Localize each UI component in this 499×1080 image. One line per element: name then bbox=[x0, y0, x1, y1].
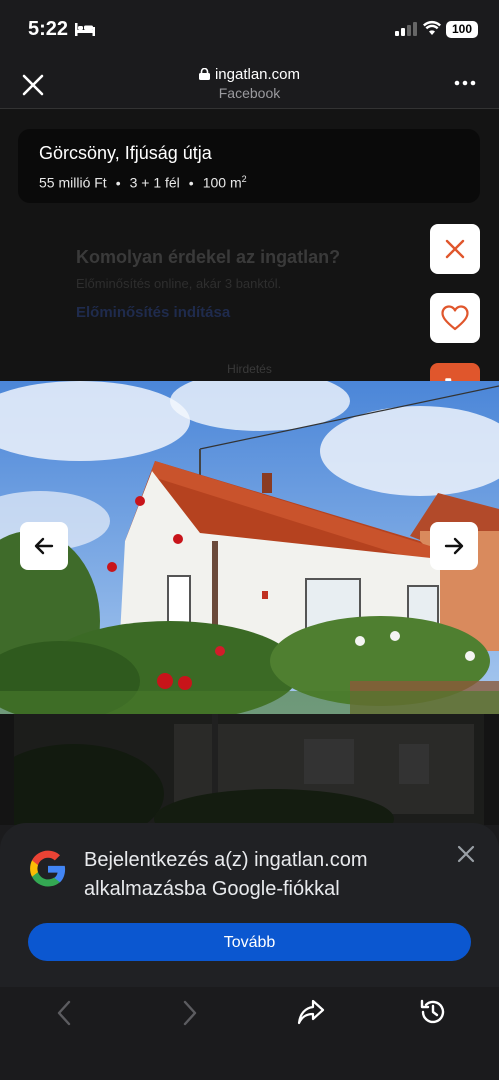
listing-price: 55 millió Ft bbox=[39, 174, 107, 191]
history-icon[interactable] bbox=[418, 997, 448, 1027]
google-signin-message: Bejelentkezés a(z) ingatlan.com alkalmaz… bbox=[84, 849, 368, 900]
arrow-left-icon bbox=[34, 537, 54, 555]
share-icon[interactable] bbox=[296, 997, 326, 1027]
battery-indicator: 100 bbox=[446, 21, 478, 38]
house-photo bbox=[0, 381, 499, 714]
lock-icon bbox=[198, 68, 210, 80]
listing-meta: 55 millió Ft • 3 + 1 fél • 100 m2 bbox=[39, 174, 247, 191]
bed-icon bbox=[75, 23, 95, 36]
google-logo-icon bbox=[30, 850, 66, 887]
source-label: Facebook bbox=[218, 85, 281, 101]
listing-rooms: 3 + 1 fél bbox=[129, 174, 180, 191]
close-orange-icon bbox=[445, 239, 465, 259]
area-unit-sup: 2 bbox=[241, 174, 247, 184]
listing-photo-dimmed bbox=[14, 714, 484, 825]
separator-dot: • bbox=[115, 174, 121, 191]
dismiss-button[interactable] bbox=[430, 224, 480, 274]
financing-subtext: Előminősítés online, akár 3 banktól. bbox=[76, 276, 282, 291]
heart-icon bbox=[441, 305, 469, 331]
financing-heading: Komolyan érdekel az ingatlan? bbox=[76, 247, 341, 267]
forward-icon[interactable] bbox=[174, 998, 204, 1028]
listing-card bbox=[18, 129, 480, 203]
wifi-icon bbox=[423, 20, 441, 35]
listing-photo[interactable] bbox=[0, 381, 499, 714]
previous-photo-button[interactable] bbox=[20, 522, 68, 570]
arrow-right-icon bbox=[444, 537, 464, 555]
financing-link[interactable]: Előminősítés indítása bbox=[76, 304, 230, 321]
house-photo-dimmed bbox=[14, 714, 484, 825]
url-text: ingatlan.com bbox=[214, 66, 301, 83]
ad-label: Hirdetés bbox=[227, 362, 272, 376]
next-photo-button[interactable] bbox=[430, 522, 478, 570]
more-icon[interactable] bbox=[452, 78, 478, 88]
signal-icon bbox=[395, 22, 417, 36]
separator-dot: • bbox=[188, 174, 194, 191]
listing-area: 100 m bbox=[202, 174, 242, 191]
continue-button[interactable]: Tovább bbox=[28, 923, 471, 961]
close-sheet-icon[interactable] bbox=[455, 843, 477, 865]
status-time: 5:22 bbox=[28, 18, 69, 40]
url-display[interactable]: ingatlan.com bbox=[0, 66, 499, 83]
listing-title: Görcsöny, Ifjúság útja bbox=[39, 143, 212, 163]
back-icon[interactable] bbox=[50, 998, 80, 1028]
favorite-button[interactable] bbox=[430, 293, 480, 343]
